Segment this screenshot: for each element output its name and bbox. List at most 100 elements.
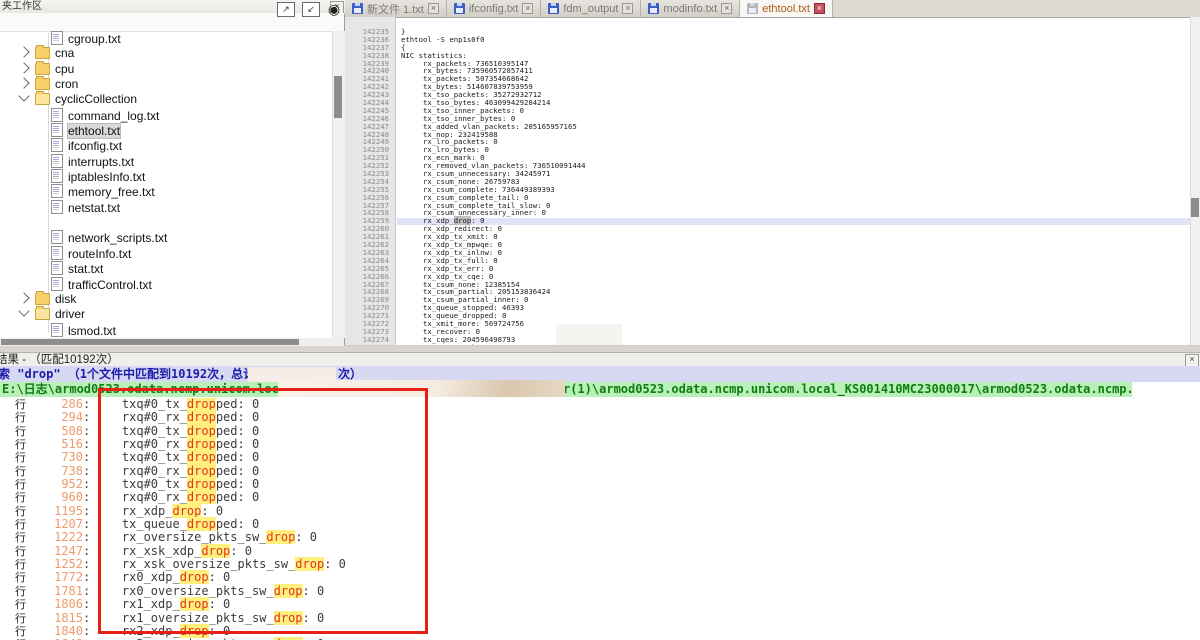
folder-icon [35,308,50,320]
search-summary-line[interactable]: 搜索 "drop" （1个文件中匹配到10192次，总计 次） [0,366,1200,382]
editor-text-area[interactable]: }ethtool -S enp1s0f0{NIC statistics: rx_… [401,17,1190,345]
code-line: rx_lro_packets: 0 [401,138,1190,146]
tree-item-label: netstat.txt [68,201,120,215]
tree-item-cron[interactable]: cron [0,77,332,92]
tab--1.txt[interactable]: 新文件 1.txt × [345,0,447,17]
line-prefix-label: 行 [15,506,33,519]
result-line-number: 1252 [33,558,83,571]
result-colon: : [83,425,93,438]
result-line-number: 516 [33,438,83,451]
tab-ifconfig.txt[interactable]: ifconfig.txt× [447,0,542,17]
tab-fdm_output[interactable]: fdm_output × [541,0,641,17]
workspace-horizontal-scrollbar-thumb[interactable] [1,339,299,345]
tree-item-label: disk [55,292,76,306]
tree-item-routeInfo.txt[interactable]: routeInfo.txt [0,246,332,261]
tree-item-command_log.txt[interactable]: command_log.txt [0,108,332,123]
chevron-right-icon[interactable] [18,62,29,73]
file-path-suffix: r(1)\armod0523.odata.ncmp.unicom.local_K… [563,382,1132,397]
locate-current-file-icon[interactable]: ◉ [326,2,342,15]
chevron-right-icon[interactable] [18,47,29,58]
tab-ethtool.txt[interactable]: ethtool.txt × [740,0,833,17]
tree-item-disk[interactable]: disk [0,292,332,307]
chevron-down-icon[interactable] [18,91,29,102]
tree-item-label: cna [55,46,74,60]
editor-vertical-scrollbar[interactable] [1190,17,1200,345]
tree-item-label: driver [55,307,85,321]
saved-floppy-icon [548,3,559,14]
result-colon: : [83,531,93,544]
tree-item-cyclicCollection[interactable]: cyclicCollection [0,92,332,107]
results-panel-title: 搜索结果 - （匹配10192次） [0,353,119,367]
tree-item-netstat.txt[interactable]: netstat.txt [0,200,332,215]
file-icon [51,154,63,168]
folder-icon [35,63,50,75]
line-prefix-label: 行 [15,572,33,585]
code-line: tx_xmit_more: 569724756 [401,320,1190,328]
tree-item-cgroup.txt[interactable]: cgroup.txt [0,31,332,46]
line-prefix-label: 行 [15,466,33,479]
tab-label: fdm_output [563,3,618,15]
tree-item-cna[interactable]: cna [0,46,332,61]
result-colon: : [83,451,93,464]
red-annotation-rectangle [98,388,428,634]
tab-label: 新文件 1.txt [367,1,424,17]
tree-item-iptablesInfo.txt[interactable]: iptablesInfo.txt [0,169,332,184]
chevron-down-icon[interactable] [18,306,29,317]
code-line: rx_xdp_tx_err: 0 [401,265,1190,273]
tab-close-icon[interactable]: × [814,3,825,14]
chevron-right-icon[interactable] [18,77,29,88]
result-colon: : [83,625,93,638]
tab-modinfo.txt[interactable]: modinfo.txt × [641,0,740,17]
tree-item-memory_free.txt[interactable]: memory_free.txt [0,184,332,199]
tab-close-icon[interactable]: × [428,3,439,14]
collapse-all-icon[interactable]: ↙ [302,2,320,17]
tab-close-icon[interactable]: × [721,3,732,14]
line-prefix-label: 行 [15,399,33,412]
file-icon [51,230,63,244]
chevron-right-icon[interactable] [18,292,29,303]
line-prefix-label: 行 [15,479,33,492]
result-line-number: 1195 [33,505,83,518]
code-line: tx_nop: 232419588 [401,131,1190,139]
tree-item-stat.txt[interactable]: stat.txt [0,261,332,276]
file-icon [51,184,63,198]
result-colon: : [83,491,93,504]
result-colon: : [83,612,93,625]
result-line-number: 286 [33,398,83,411]
tree-item-network_scripts.txt[interactable]: network_scripts.txt [0,230,332,245]
tab-close-icon[interactable]: × [522,3,533,14]
tree-item-interrupts.txt[interactable]: interrupts.txt [0,154,332,169]
file-icon [51,138,63,152]
workspace-vertical-scrollbar-thumb[interactable] [334,76,342,118]
result-line-number: 1222 [33,531,83,544]
tree-item-label: network_scripts.txt [68,231,167,245]
tree-item-ethtool.txt[interactable]: ethtool.txt [0,123,332,138]
code-line: tx_added_vlan_packets: 205165957165 [401,123,1190,131]
tab-label: modinfo.txt [663,3,717,15]
line-number-gutter: 1422351422361422371422381422391422401422… [345,17,396,345]
file-icon [51,108,63,122]
result-line-number: 1207 [33,518,83,531]
tree-item-label: memory_free.txt [68,185,155,199]
result-line-number: 1806 [33,598,83,611]
result-colon: : [83,585,93,598]
tree-item-trafficControl.txt[interactable]: trafficControl.txt [0,277,332,292]
editor-vertical-scrollbar-thumb[interactable] [1191,198,1199,217]
tab-close-icon[interactable]: × [622,3,633,14]
result-colon: : [83,545,93,558]
tree-item-lsmod.txt[interactable]: lsmod.txt [0,323,332,338]
tree-item-driver[interactable]: driver [0,307,332,322]
folder-icon [35,93,50,105]
line-prefix-label: 行 [15,452,33,465]
saved-floppy-icon [454,3,465,14]
result-line-number: 738 [33,465,83,478]
tab-label: ethtool.txt [762,3,810,15]
expand-all-icon[interactable]: ↗ [277,2,295,17]
tree-item-cpu[interactable]: cpu [0,62,332,77]
saved-floppy-icon [648,3,659,14]
result-colon: : [83,558,93,571]
result-colon: : [83,571,93,584]
result-colon: : [83,465,93,478]
tree-item-ifconfig.txt[interactable]: ifconfig.txt [0,138,332,153]
tree-item-label: command_log.txt [68,109,159,123]
